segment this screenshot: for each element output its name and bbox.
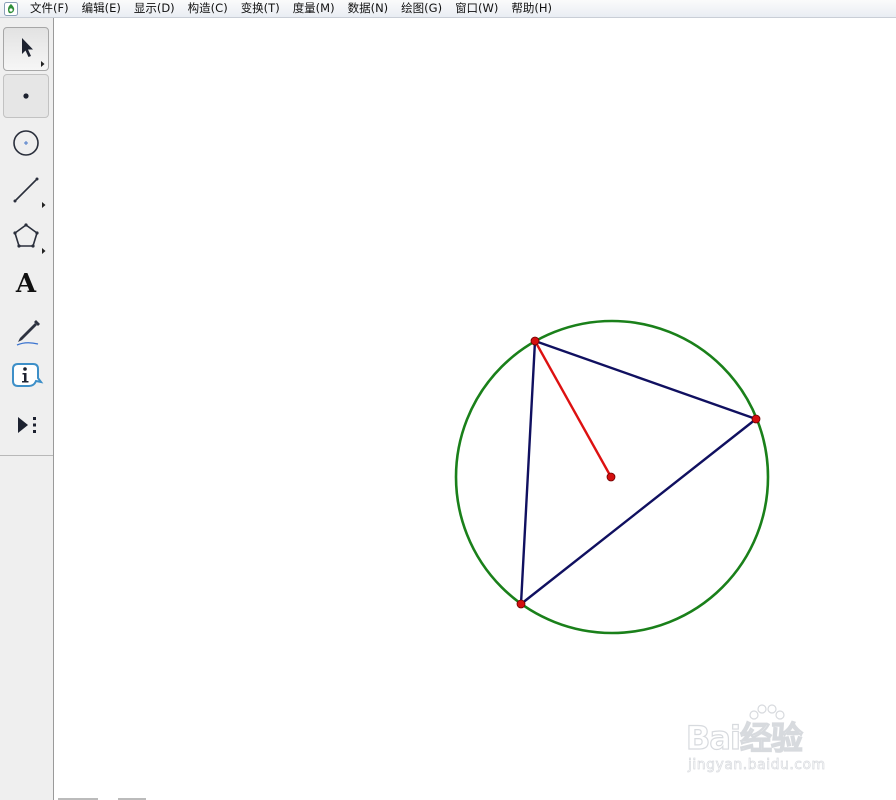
point-icon (23, 93, 29, 99)
compass-tool[interactable] (3, 120, 49, 164)
center-point[interactable] (606, 472, 616, 482)
menu-graph[interactable]: 绘图(G) (395, 0, 449, 17)
menu-display[interactable]: 显示(D) (128, 0, 182, 17)
custom-tools[interactable] (3, 402, 49, 446)
menu-bar: 文件(F) 编辑(E) 显示(D) 构造(C) 变换(T) 度量(M) 数据(N… (0, 0, 896, 18)
toolbox-divider (0, 455, 53, 456)
information-tool[interactable] (3, 354, 49, 398)
marker-tool[interactable] (3, 308, 49, 352)
play-more-icon (18, 417, 36, 433)
menu-file[interactable]: 文件(F) (24, 0, 76, 17)
text-tool[interactable]: A (3, 262, 49, 306)
pen-marker-icon (16, 320, 40, 346)
menu-help[interactable]: 帮助(H) (505, 0, 559, 17)
menu-edit[interactable]: 编辑(E) (76, 0, 128, 17)
canvas-bottom-edge (58, 798, 146, 800)
text-icon: A (15, 269, 37, 299)
vertex-point-right[interactable] (751, 414, 761, 424)
menu-window[interactable]: 窗口(W) (449, 0, 505, 17)
polygon-tool[interactable] (3, 214, 49, 258)
point-tool[interactable] (3, 74, 49, 118)
pentagon-icon (13, 223, 46, 254)
watermark-url: jingyan.baidu.com (688, 757, 826, 774)
segment-icon (13, 177, 46, 208)
menu-transform[interactable]: 变换(T) (235, 0, 287, 17)
straightedge-tool[interactable] (3, 166, 49, 210)
sketch-canvas[interactable] (54, 18, 896, 800)
circle-icon (13, 130, 39, 156)
watermark-brand: Bai经验 (685, 718, 803, 757)
info-icon (12, 363, 44, 387)
vertex-point-top[interactable] (530, 336, 540, 346)
toolbox: A (0, 18, 54, 800)
vertex-point-bottom[interactable] (516, 599, 526, 609)
arrow-pointer-icon (22, 38, 45, 67)
menu-measure[interactable]: 度量(M) (287, 0, 342, 17)
selection-arrow-tool[interactable] (3, 27, 49, 71)
menu-data[interactable]: 数据(N) (342, 0, 396, 17)
sketchpad-app-icon[interactable] (4, 1, 18, 16)
radius-segment[interactable] (533, 340, 613, 478)
menu-construct[interactable]: 构造(C) (182, 0, 235, 17)
baidu-watermark: Bai经验 jingyan.baidu.com (685, 703, 856, 783)
